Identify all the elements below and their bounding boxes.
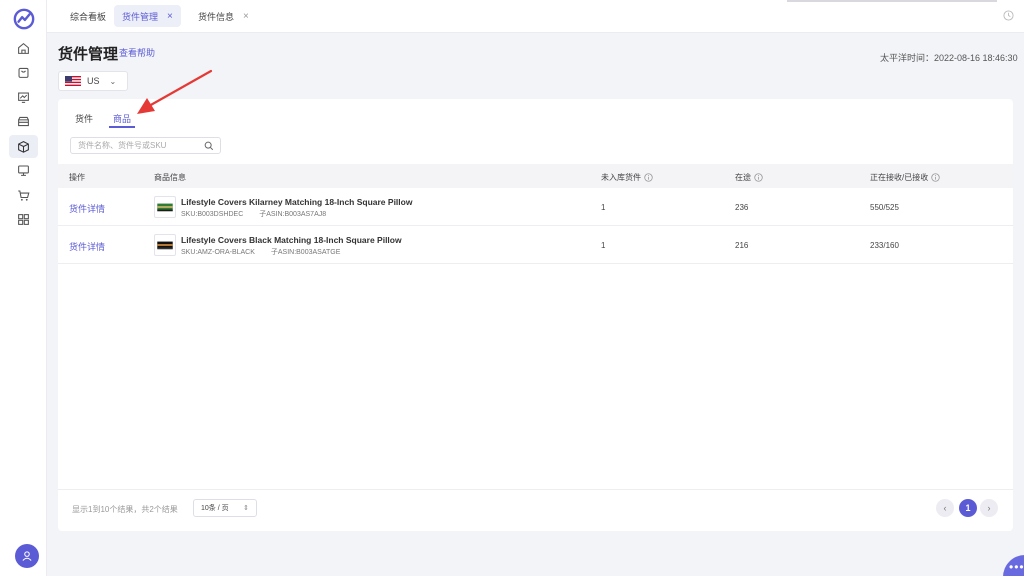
help-link[interactable]: 查看帮助	[119, 46, 155, 59]
avatar[interactable]	[15, 544, 39, 568]
receiving-count: 550/525	[870, 203, 899, 212]
chart-icon	[18, 92, 29, 103]
close-icon[interactable]: ×	[167, 11, 173, 22]
main-card: 货件 商品 操作 商品信息 未入库货件 在途 正在接收/已接收 货件详情 Lif…	[58, 99, 1013, 531]
package-icon	[18, 141, 29, 153]
receiving-count: 233/160	[870, 241, 899, 250]
more-options-button[interactable]: •••	[1003, 555, 1024, 576]
product-sku: SKU:B003DSHDEC	[181, 211, 244, 218]
page-1-button[interactable]: 1	[959, 499, 977, 517]
chevron-left-icon: ‹	[943, 503, 947, 513]
info-icon[interactable]	[754, 173, 763, 182]
page-size-select[interactable]: 10条 / 页 ⇕	[193, 499, 257, 517]
subtab-indicator	[109, 126, 135, 128]
tab-shipment-management[interactable]: 货件管理 ×	[114, 5, 181, 27]
header-receiving: 正在接收/已接收	[870, 172, 940, 183]
product-thumbnail	[154, 234, 176, 256]
close-icon[interactable]: ×	[243, 11, 249, 22]
page-title: 货件管理	[58, 46, 119, 63]
header-action: 操作	[69, 173, 85, 182]
subtab-products[interactable]: 商品	[113, 112, 131, 125]
pending-count: 1	[601, 203, 606, 212]
tab-label: 货件信息	[198, 11, 235, 22]
grid-icon	[18, 214, 29, 225]
in-transit-count: 216	[735, 241, 749, 250]
shipment-detail-link[interactable]: 货件详情	[69, 202, 105, 215]
chevron-right-icon: ›	[987, 503, 991, 513]
results-summary: 显示1到10个结果，共2个结果	[72, 505, 178, 514]
tab-dashboard[interactable]: 综合看板	[62, 5, 114, 27]
nav-shipments[interactable]	[9, 135, 38, 158]
nav-store[interactable]	[9, 110, 38, 133]
chevron-updown-icon: ⇕	[243, 505, 249, 512]
nav-home[interactable]	[9, 37, 38, 60]
product-name: Lifestyle Covers Kilarney Matching 18-In…	[181, 197, 413, 207]
header-in-transit: 在途	[735, 172, 763, 183]
product-asin: 子ASIN:B003ASATGE	[270, 249, 341, 256]
nav-monitor[interactable]	[9, 159, 38, 182]
sidebar	[0, 0, 47, 576]
chevron-down-icon: ⌄	[109, 76, 117, 86]
home-icon	[18, 42, 29, 54]
product-thumbnail	[154, 196, 176, 218]
cart-icon	[18, 190, 30, 201]
store-icon	[18, 116, 29, 127]
product-asin: 子ASIN:B003AS7AJ8	[259, 211, 327, 218]
product-name: Lifestyle Covers Black Matching 18-Inch …	[181, 235, 402, 245]
pillow-image	[157, 203, 173, 212]
info-icon[interactable]	[644, 173, 653, 182]
logo-icon[interactable]	[13, 8, 35, 30]
bag-icon	[18, 67, 29, 78]
prev-page-button[interactable]: ‹	[936, 499, 954, 517]
footer-divider	[58, 489, 1013, 490]
nav-apps[interactable]	[9, 208, 38, 231]
in-transit-count: 236	[735, 203, 749, 212]
search-input[interactable]	[78, 141, 198, 150]
product-codes: SKU:B003DSHDEC 子ASIN:B003AS7AJ8	[181, 209, 326, 219]
user-icon	[22, 551, 32, 561]
next-page-button[interactable]: ›	[980, 499, 998, 517]
table-row: 货件详情 Lifestyle Covers Kilarney Matching …	[58, 188, 1013, 226]
top-divider	[787, 0, 997, 2]
page-size-label: 10条 / 页	[201, 505, 229, 512]
pacific-time: 太平洋时间：2022-08-16 18:46:30	[880, 53, 1018, 63]
product-codes: SKU:AMZ-ORA-BLACK 子ASIN:B003ASATGE	[181, 247, 340, 257]
search-icon[interactable]	[204, 141, 214, 151]
shipment-detail-link[interactable]: 货件详情	[69, 240, 105, 253]
country-label: US	[87, 76, 100, 86]
header-product-info: 商品信息	[154, 173, 186, 182]
table-header: 操作 商品信息 未入库货件 在途 正在接收/已接收	[58, 164, 1013, 188]
header-pending: 未入库货件	[601, 172, 653, 183]
tab-label: 综合看板	[70, 11, 107, 22]
nav-orders[interactable]	[9, 61, 38, 84]
table-row: 货件详情 Lifestyle Covers Black Matching 18-…	[58, 226, 1013, 264]
clock-icon[interactable]	[1003, 10, 1014, 21]
pillow-image	[157, 241, 173, 250]
tab-shipment-info[interactable]: 货件信息 ×	[190, 5, 257, 27]
tab-label: 货件管理	[122, 11, 159, 22]
us-flag-icon	[65, 76, 81, 86]
product-sku: SKU:AMZ-ORA-BLACK	[181, 249, 255, 256]
country-select[interactable]: US ⌄	[58, 71, 128, 91]
pending-count: 1	[601, 241, 606, 250]
nav-analytics[interactable]	[9, 86, 38, 109]
monitor-icon	[18, 165, 29, 176]
topbar: 综合看板 货件管理 × 货件信息 ×	[47, 0, 1024, 33]
subtab-shipments[interactable]: 货件	[75, 112, 93, 125]
nav-cart[interactable]	[9, 184, 38, 207]
info-icon[interactable]	[931, 173, 940, 182]
search-box	[70, 137, 221, 154]
